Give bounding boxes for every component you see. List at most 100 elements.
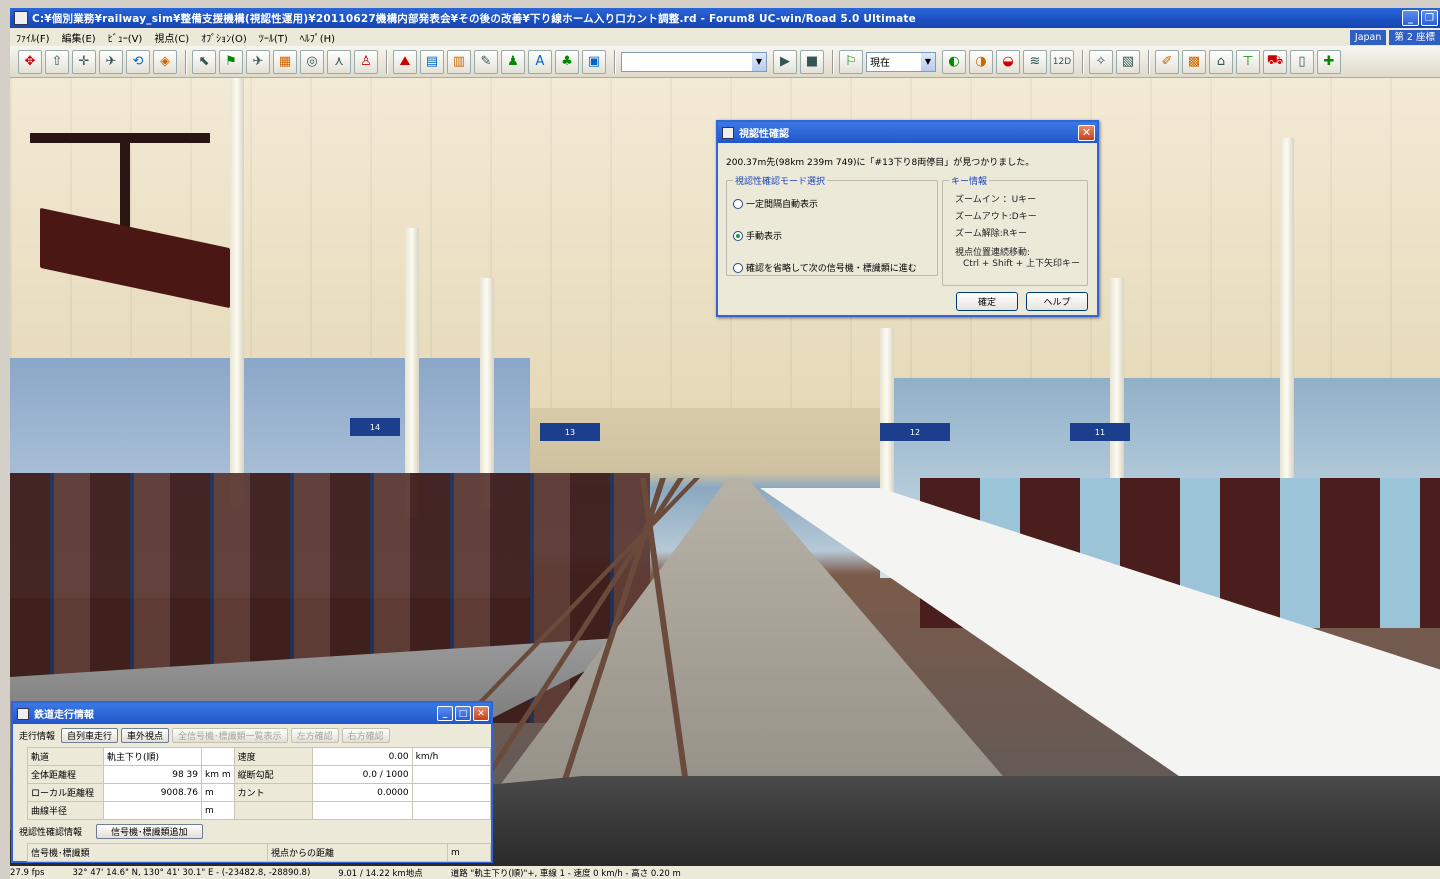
coordinate-system-chip[interactable]: 第 2 座標 — [1389, 29, 1440, 45]
row-unit: m — [201, 783, 235, 802]
dialog-title: 視認性確認 — [739, 129, 789, 140]
key-group-label: キー情報 — [949, 174, 990, 187]
add-signal-button[interactable]: 信号機･標識類追加 — [96, 824, 203, 839]
vehicle-icon[interactable]: ⛟ — [1263, 49, 1287, 74]
own-train-run-button[interactable]: 自列車走行 — [61, 728, 119, 743]
text-icon[interactable]: A — [528, 49, 552, 74]
stop-icon[interactable]: ■ — [800, 49, 824, 74]
roof-pillar — [1110, 278, 1124, 508]
signal-icon[interactable]: ◒ — [996, 49, 1020, 74]
window-title-bar[interactable]: C:¥個別業務¥railway_sim¥整備支援機構(視認性運用)¥201106… — [10, 8, 1440, 28]
menu-options[interactable]: ｵﾌﾟｼｮﾝ(O) — [195, 30, 253, 45]
platform-sign-11: 11 — [1070, 423, 1130, 441]
dialog-title-bar[interactable]: 視認性確認 ✕ — [718, 122, 1097, 143]
road-icon[interactable]: ⛰ — [393, 49, 417, 74]
terrain-icon[interactable]: ▦ — [273, 49, 297, 74]
play-icon[interactable]: ▶ — [773, 49, 797, 74]
menu-file[interactable]: ﾌｧｲﾙ(F) — [10, 30, 56, 45]
signal-list-button[interactable]: 全信号機･標識類一覧表示 — [172, 728, 288, 743]
model-icon[interactable]: ✎ — [474, 49, 498, 74]
row-value: 0.0 / 1000 — [311, 765, 413, 784]
run-info-label: 走行情報 — [19, 732, 56, 742]
plane-view-icon[interactable]: ✈ — [246, 49, 270, 74]
person-icon[interactable]: ♙ — [354, 49, 378, 74]
menu-bar: ﾌｧｲﾙ(F) 編集(E) ﾋﾞｭｰ(V) 視点(C) ｵﾌﾟｼｮﾝ(O) ﾂｰ… — [10, 28, 1440, 46]
menu-camera[interactable]: 視点(C) — [148, 30, 195, 45]
flag-icon[interactable]: ⚑ — [219, 49, 243, 74]
mode-auto-interval[interactable]: 一定間隔自動表示 — [733, 197, 818, 210]
sparkle-icon[interactable]: ✧ — [1089, 49, 1113, 74]
row-value — [103, 801, 202, 820]
menu-tools[interactable]: ﾂｰﾙ(T) — [253, 30, 294, 45]
tunnel-icon[interactable]: ⌂ — [1209, 49, 1233, 74]
document-icon[interactable]: ▯ — [1290, 49, 1314, 74]
panel-close-button[interactable]: ✕ — [473, 706, 489, 721]
move-forward-icon[interactable]: ⇧ — [45, 49, 69, 74]
radio-button[interactable] — [733, 230, 743, 241]
texture-icon[interactable]: ▩ — [1182, 49, 1206, 74]
layers-icon[interactable]: ▧ — [1116, 49, 1140, 74]
time-combo[interactable]: 現在 ▼ — [866, 51, 936, 72]
fly-icon[interactable]: ✈ — [99, 49, 123, 74]
light-icon[interactable]: ◑ — [969, 49, 993, 74]
row-label: 軌道 — [27, 747, 104, 766]
add-object-icon[interactable]: ✚ — [1317, 49, 1341, 74]
fps-readout: 27.9 fps — [10, 867, 45, 878]
rotate-view-icon[interactable]: ✥ — [18, 49, 42, 74]
radio-button[interactable] — [733, 198, 743, 209]
row-value: 0.00 — [311, 747, 413, 766]
menu-edit[interactable]: 編集(E) — [56, 30, 102, 45]
scenario-icon[interactable]: ⚐ — [839, 49, 863, 74]
menu-help[interactable]: ﾍﾙﾌﾟ(H) — [294, 30, 341, 45]
row-label: 曲線半径 — [27, 801, 104, 820]
pencil-icon[interactable]: ✐ — [1155, 49, 1179, 74]
panel-title-bar[interactable]: 鉄道走行情報 _ □ ✕ — [13, 703, 491, 724]
orbit-icon[interactable]: ⟲ — [126, 49, 150, 74]
zoom-12d-button[interactable]: 12D — [1050, 49, 1074, 74]
locale-chip[interactable]: Japan — [1349, 29, 1387, 45]
sign-icon[interactable]: ⊤ — [1236, 49, 1260, 74]
panel-icon — [17, 707, 29, 720]
signal-column-header: 信号機･標識類 — [27, 843, 268, 862]
tree-icon[interactable]: ♣ — [555, 49, 579, 74]
mode-manual[interactable]: 手動表示 — [733, 229, 782, 242]
row-unit: km/h — [411, 747, 492, 766]
key-move-combo: Ctrl + Shift + 上下矢印キー — [963, 259, 1080, 269]
restore-button[interactable]: ❐ — [1421, 10, 1438, 26]
radio-button[interactable] — [733, 262, 743, 273]
sun-icon[interactable]: ◐ — [942, 49, 966, 74]
select-cursor-icon[interactable]: ⬉ — [192, 49, 216, 74]
mode-skip[interactable]: 確認を省略して次の信号機・標識類に進む — [733, 261, 917, 274]
menu-view[interactable]: ﾋﾞｭｰ(V) — [102, 30, 149, 45]
fog-icon[interactable]: ≋ — [1023, 49, 1047, 74]
target-icon[interactable]: ◈ — [153, 49, 177, 74]
mode-group: 視認性確認モード選択 一定間隔自動表示 手動表示 確認を省略して次の信号機・標識… — [726, 174, 938, 276]
distance-unit: m — [447, 843, 491, 862]
scene-combo[interactable]: ▼ — [621, 51, 767, 72]
walk-icon[interactable]: ⋏ — [327, 49, 351, 74]
dialog-message: 200.37m先(98km 239m 749)に「#13下り8両停目」が見つかり… — [726, 158, 1035, 168]
right-check-button[interactable]: 右方確認 — [341, 728, 390, 743]
window-title: C:¥個別業務¥railway_sim¥整備支援機構(視認性運用)¥201106… — [32, 12, 916, 25]
ok-button[interactable]: 確定 — [956, 292, 1018, 311]
row-label: 速度 — [233, 747, 313, 766]
row-unit — [201, 747, 235, 766]
building-icon[interactable]: ▥ — [447, 49, 471, 74]
help-button[interactable]: ヘルプ — [1026, 292, 1088, 311]
people-icon[interactable]: ♟ — [501, 49, 525, 74]
panel-maximize-button[interactable]: □ — [455, 706, 471, 721]
run-info-row: 走行情報 自列車走行 車外視点 全信号機･標識類一覧表示 左方確認 右方確認 — [19, 728, 393, 743]
left-check-button[interactable]: 左方確認 — [290, 728, 339, 743]
pan-icon[interactable]: ✛ — [72, 49, 96, 74]
key-zoom-out: ズームアウト:Dキー — [955, 212, 1037, 222]
outside-view-button[interactable]: 車外視点 — [121, 728, 170, 743]
screen-icon[interactable]: ▣ — [582, 49, 606, 74]
dialog-close-button[interactable]: ✕ — [1078, 124, 1095, 141]
table-row: ローカル距離程 9008.76 m カント 0.0000 — [27, 783, 492, 802]
minimize-button[interactable]: _ — [1402, 10, 1419, 26]
row-value: 9008.76 — [103, 783, 202, 802]
panel-minimize-button[interactable]: _ — [437, 706, 453, 721]
panel-icon[interactable]: ▤ — [420, 49, 444, 74]
panel-title: 鉄道走行情報 — [34, 710, 94, 721]
steering-wheel-icon[interactable]: ◎ — [300, 49, 324, 74]
